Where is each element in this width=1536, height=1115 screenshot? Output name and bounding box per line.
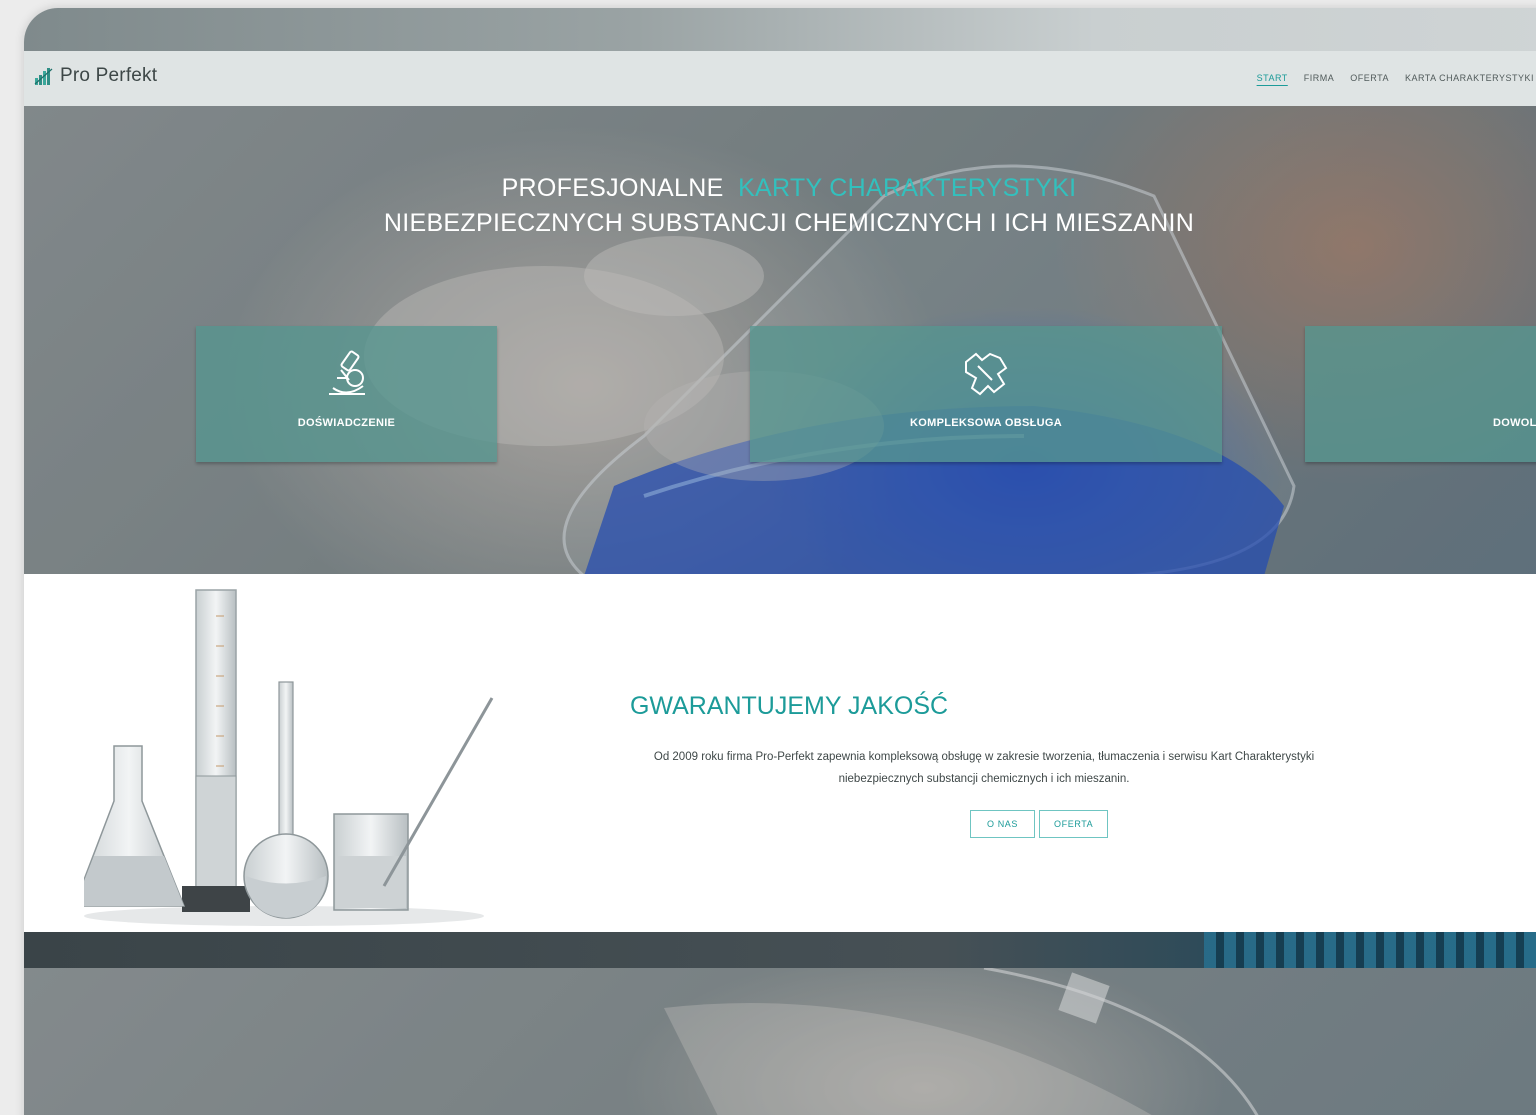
microscope-icon (328, 350, 365, 395)
main-menu: START FIRMA OFERTA KARTA CHARAKTERYSTYKI (1257, 73, 1534, 83)
nav-item-start[interactable]: START (1257, 73, 1288, 83)
nav-item-karta[interactable]: KARTA CHARAKTERYSTYKI (1405, 73, 1534, 83)
nav-item-oferta[interactable]: OFERTA (1350, 73, 1389, 83)
logo-text: Pro Perfekt (60, 65, 158, 86)
logo-icon (34, 68, 53, 85)
feature-card-language[interactable]: DOWOLNY (1305, 326, 1536, 462)
quality-description: Od 2009 roku firma Pro-Perfekt zapewnia … (653, 751, 1315, 785)
quality-buttons: O NAS OFERTA (970, 810, 1109, 838)
lab-glassware-image (84, 589, 494, 926)
hero-section: PROFESJONALNE KARTY CHARAKTERYSTYKI NIEB… (24, 106, 1536, 574)
hero-title-line2: NIEBEZPIECZNYCH SUBSTANCJI CHEMICZNYCH I… (383, 209, 1195, 237)
image-band (24, 932, 1536, 968)
feature-card-label: DOWOLNY (1493, 417, 1536, 429)
nav-item-firma[interactable]: FIRMA (1304, 73, 1335, 83)
hero-title-accent: KARTY CHARAKTERYSTYKI (738, 174, 1077, 202)
site-header: Pro Perfekt START FIRMA OFERTA KARTA CHA… (24, 51, 1536, 107)
offer-button[interactable]: OFERTA (1039, 810, 1109, 838)
europe-map-icon (965, 352, 1008, 396)
about-us-button[interactable]: O NAS (970, 810, 1036, 838)
feature-card-label: KOMPLEKSOWA OBSŁUGA (910, 417, 1062, 429)
hero-title: PROFESJONALNE KARTY CHARAKTERYSTYKI NIEB… (24, 174, 1536, 238)
site-logo[interactable]: Pro Perfekt (34, 65, 157, 87)
feature-card-service[interactable]: KOMPLEKSOWA OBSŁUGA (750, 326, 1222, 462)
browser-frame: Pro Perfekt START FIRMA OFERTA KARTA CHA… (24, 8, 1536, 1115)
feature-card-experience[interactable]: DOŚWIADCZENIE (196, 326, 497, 462)
top-strip (24, 8, 1536, 51)
hero-title-line1: PROFESJONALNE KARTY CHARAKTERYSTYKI (501, 174, 1077, 202)
feature-card-label: DOŚWIADCZENIE (297, 417, 396, 429)
quality-section: GWARANTUJEMY JAKOŚĆ Od 2009 roku firma P… (24, 574, 1536, 932)
quality-title: GWARANTUJEMY JAKOŚĆ (629, 692, 949, 720)
second-hero-section (24, 968, 1536, 1115)
